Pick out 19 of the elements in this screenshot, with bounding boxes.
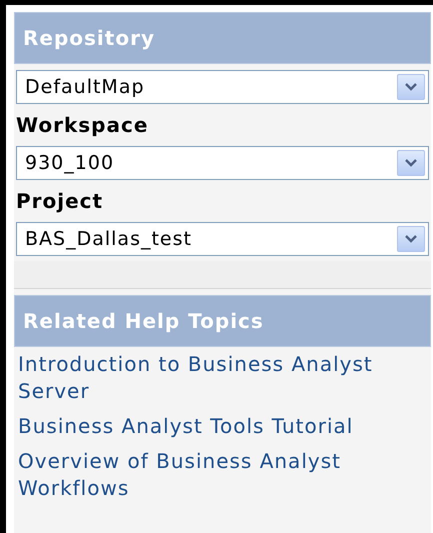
field-label: Workspace	[15, 112, 150, 139]
dropdown-value: DefaultMap	[25, 74, 145, 100]
dropdown-arrow-button[interactable]	[397, 226, 425, 252]
dropdown-value: BAS_Dallas_test	[25, 226, 192, 252]
help-link[interactable]: Overview of Business Analyst Workflows	[14, 448, 431, 510]
dropdown[interactable]: BAS_Dallas_test	[16, 222, 429, 256]
field-label: Project	[15, 188, 104, 215]
chevron-down-icon	[405, 83, 417, 91]
chevron-down-icon	[405, 235, 417, 243]
dropdown[interactable]: 930_100	[16, 146, 429, 180]
dropdown-arrow-button[interactable]	[397, 150, 425, 176]
section-header: Repository	[14, 12, 431, 64]
dropdown-arrow-button[interactable]	[397, 74, 425, 100]
dropdown[interactable]: DefaultMap	[16, 70, 429, 104]
section-header: Related Help Topics	[14, 295, 431, 347]
dropdown-value: 930_100	[25, 150, 114, 176]
chevron-down-icon	[405, 159, 417, 167]
help-link[interactable]: Introduction to Business Analyst Server	[14, 351, 431, 413]
help-link[interactable]: Business Analyst Tools Tutorial	[14, 413, 431, 448]
